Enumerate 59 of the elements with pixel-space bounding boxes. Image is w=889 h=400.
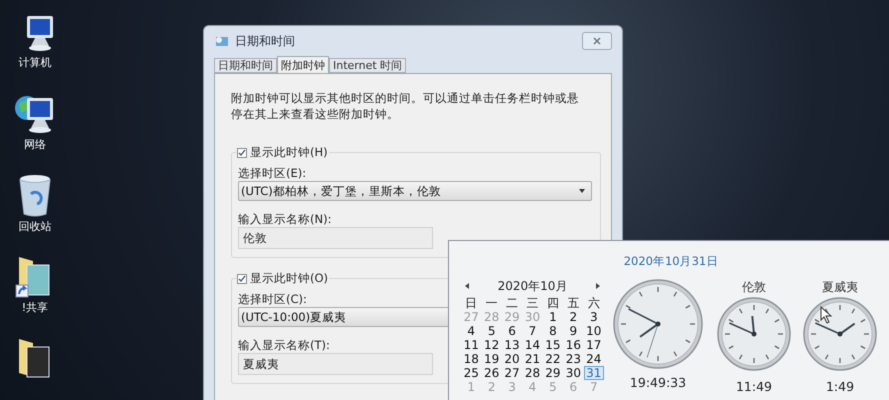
calendar-day[interactable]: 27 bbox=[502, 366, 522, 380]
date-link[interactable]: 2020年10月31日 bbox=[461, 253, 881, 270]
dropdown-arrow-icon bbox=[579, 189, 585, 194]
tab[interactable]: Internet 时间 bbox=[329, 58, 406, 73]
calendar-day[interactable]: 28 bbox=[522, 366, 543, 380]
tab[interactable]: 日期和时间 bbox=[214, 58, 277, 73]
calendar-day[interactable]: 15 bbox=[542, 338, 564, 352]
mouse-cursor-icon bbox=[820, 306, 832, 324]
field-label: 选择时区(E): bbox=[238, 165, 306, 182]
calendar-day[interactable]: 17 bbox=[584, 338, 604, 352]
name-input-field[interactable]: 伦敦 bbox=[238, 227, 433, 250]
calendar-day[interactable]: 20 bbox=[502, 352, 522, 366]
calendar-day[interactable]: 13 bbox=[502, 338, 522, 352]
checkmark-icon bbox=[238, 274, 246, 283]
calendar-day[interactable]: 21 bbox=[522, 352, 543, 366]
calendar-day[interactable]: 29 bbox=[542, 366, 564, 380]
calendar-day[interactable]: 31 bbox=[584, 366, 604, 380]
calendar-day[interactable]: 22 bbox=[542, 352, 564, 366]
description-text: 附加时钟可以显示其他时区的时间。可以通过单击任务栏时钟或悬停在其上来查看这些附加时钟。 bbox=[231, 90, 580, 122]
calendar-day[interactable]: 14 bbox=[522, 338, 543, 352]
month-title[interactable]: 2020年10月 bbox=[498, 277, 568, 296]
calendar-day[interactable]: 12 bbox=[481, 338, 502, 352]
calendar-day[interactable]: 26 bbox=[481, 366, 502, 380]
previous-month-arrow-icon[interactable] bbox=[465, 283, 469, 290]
name-input-field[interactable]: 夏威夷 bbox=[238, 353, 433, 376]
clock-label: 伦敦 bbox=[742, 279, 766, 296]
checkbox[interactable] bbox=[237, 274, 247, 284]
calendar-day[interactable]: 18 bbox=[461, 352, 482, 366]
close-icon bbox=[593, 37, 601, 45]
desktop-icon-label[interactable]: !共享 bbox=[22, 301, 48, 315]
calendar-day[interactable]: 16 bbox=[563, 338, 584, 352]
calendar-day[interactable]: 19 bbox=[481, 352, 502, 366]
calendar-day[interactable]: 25 bbox=[461, 366, 482, 380]
close-button[interactable] bbox=[582, 32, 612, 50]
desktop-icon-label[interactable]: 计算机 bbox=[18, 56, 52, 70]
checkbox[interactable] bbox=[237, 148, 247, 158]
field-label: 输入显示名称(N): bbox=[238, 211, 332, 228]
calendar-day[interactable]: 2 bbox=[563, 310, 584, 324]
calendar-day[interactable]: 1 bbox=[542, 310, 564, 324]
checkbox-label[interactable]: 显示此时钟(O) bbox=[250, 270, 328, 288]
calendar-day[interactable]: 23 bbox=[563, 352, 584, 366]
field-label: 选择时区(C): bbox=[238, 291, 307, 308]
next-month-arrow-icon[interactable] bbox=[596, 283, 600, 290]
clock-time: 19:49:33 bbox=[630, 374, 686, 392]
trash-bin-icon[interactable] bbox=[17, 174, 53, 218]
calendar-day[interactable]: 11 bbox=[461, 338, 482, 352]
window-title: 日期和时间 bbox=[235, 33, 295, 50]
desktop-icon-label[interactable]: 回收站 bbox=[18, 220, 52, 234]
desktop-icon-label[interactable]: 网络 bbox=[24, 138, 46, 152]
checkmark-icon bbox=[238, 148, 246, 157]
calendar-day[interactable]: 24 bbox=[584, 352, 604, 366]
clock-label: 夏威夷 bbox=[822, 279, 858, 296]
clock-time: 11:49 bbox=[736, 378, 772, 396]
checkbox-label[interactable]: 显示此时钟(H) bbox=[250, 144, 328, 162]
timezone-dropdown[interactable]: (UTC)都柏林，爱丁堡，里斯本，伦敦 bbox=[238, 181, 592, 202]
calendar-day[interactable]: 30 bbox=[563, 366, 584, 380]
tab[interactable]: 附加时钟 bbox=[277, 56, 329, 73]
clock-time: 1:49 bbox=[826, 378, 854, 396]
field-label: 输入显示名称(T): bbox=[238, 337, 330, 354]
